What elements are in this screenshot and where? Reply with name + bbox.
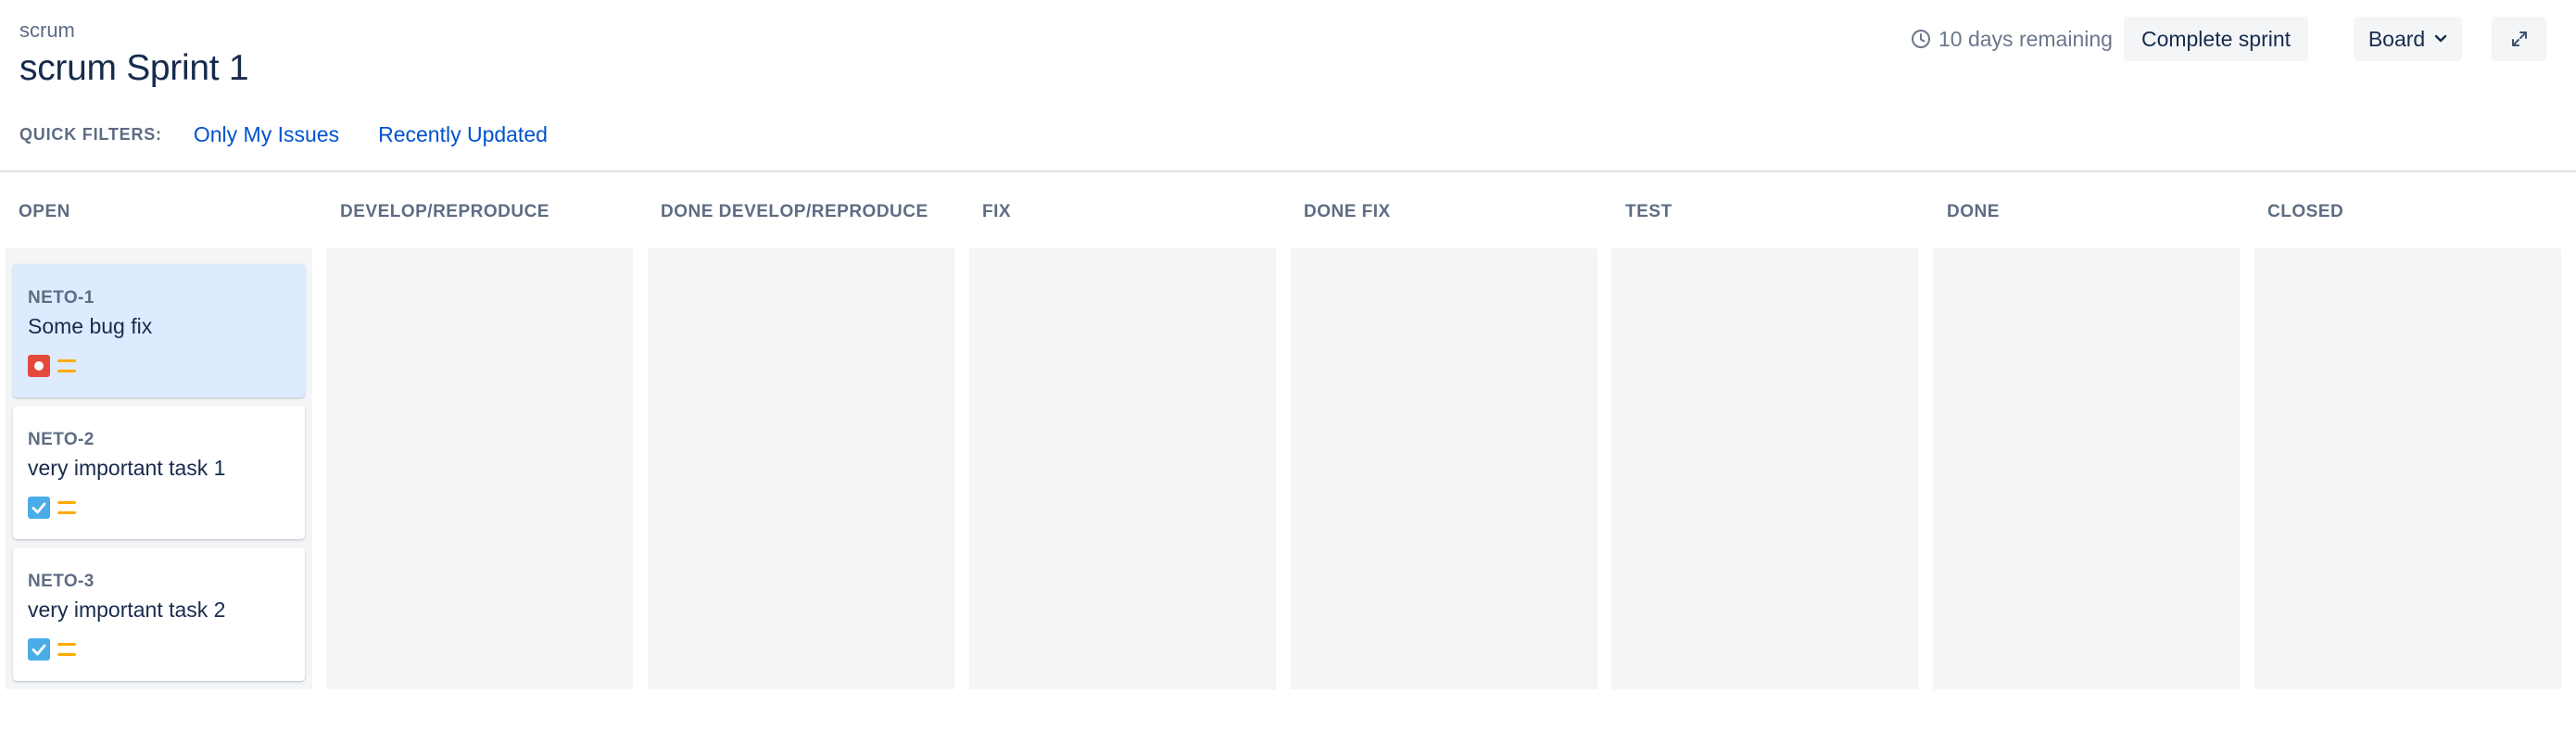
column-header-done-fix: DONE FIX bbox=[1304, 202, 1391, 221]
quick-filters-label: QUICK FILTERS: bbox=[19, 124, 162, 144]
priority-medium-icon bbox=[57, 359, 76, 372]
complete-sprint-label: Complete sprint bbox=[2140, 26, 2292, 51]
complete-sprint-button[interactable]: Complete sprint bbox=[2124, 17, 2308, 61]
board-header: scrum scrum Sprint 1 QUICK FILTERS: Only… bbox=[0, 0, 2576, 172]
filter-recently-updated[interactable]: Recently Updated bbox=[378, 122, 548, 147]
fullscreen-button[interactable] bbox=[2492, 17, 2546, 61]
issue-card[interactable]: NETO-1 Some bug fix bbox=[13, 264, 305, 397]
issue-key[interactable]: NETO-1 bbox=[28, 288, 95, 308]
column-fix[interactable] bbox=[969, 248, 1276, 689]
column-done-develop-reproduce[interactable] bbox=[648, 248, 954, 689]
column-header-done: DONE bbox=[1947, 202, 2000, 221]
issue-summary: Some bug fix bbox=[28, 314, 153, 338]
column-headers: OPEN DEVELOP/REPRODUCE DONE DEVELOP/REPR… bbox=[0, 202, 2576, 230]
issue-meta bbox=[28, 355, 76, 377]
column-header-fix: FIX bbox=[982, 202, 1012, 221]
quick-filters: QUICK FILTERS: Only My Issues Recently U… bbox=[19, 119, 587, 150]
filter-only-my-issues[interactable]: Only My Issues bbox=[194, 122, 339, 147]
column-header-test: TEST bbox=[1625, 202, 1673, 221]
task-icon bbox=[28, 497, 50, 519]
expand-icon bbox=[2511, 31, 2527, 46]
column-done-fix[interactable] bbox=[1291, 248, 1597, 689]
column-closed[interactable] bbox=[2254, 248, 2561, 689]
issue-key[interactable]: NETO-2 bbox=[28, 430, 95, 450]
column-header-open: OPEN bbox=[19, 202, 70, 221]
issue-card[interactable]: NETO-3 very important task 2 bbox=[13, 548, 305, 681]
column-test[interactable] bbox=[1611, 248, 1918, 689]
sprint-remaining: 10 days remaining bbox=[1911, 17, 2113, 61]
issue-card[interactable]: NETO-2 very important task 1 bbox=[13, 406, 305, 539]
issue-key[interactable]: NETO-3 bbox=[28, 572, 95, 592]
task-icon bbox=[28, 638, 50, 661]
column-done[interactable] bbox=[1933, 248, 2240, 689]
column-develop-reproduce[interactable] bbox=[326, 248, 633, 689]
remaining-text: 10 days remaining bbox=[1938, 26, 2113, 51]
issue-summary: very important task 2 bbox=[28, 598, 226, 622]
issue-meta bbox=[28, 497, 76, 519]
board-dropdown-button[interactable]: Board bbox=[2354, 17, 2462, 61]
board-label: Board bbox=[2368, 26, 2426, 51]
priority-medium-icon bbox=[57, 643, 76, 656]
issue-meta bbox=[28, 638, 76, 661]
clock-icon bbox=[1912, 30, 1930, 48]
bug-icon bbox=[28, 355, 50, 377]
sprint-toolbar: 10 days remaining Complete sprint Board bbox=[0, 17, 2576, 61]
priority-medium-icon bbox=[57, 501, 76, 514]
column-header-done-develop-reproduce: DONE DEVELOP/REPRODUCE bbox=[661, 202, 928, 221]
column-header-closed: CLOSED bbox=[2267, 202, 2344, 221]
column-header-develop-reproduce: DEVELOP/REPRODUCE bbox=[340, 202, 549, 221]
chevron-down-icon bbox=[2434, 34, 2447, 43]
issue-summary: very important task 1 bbox=[28, 456, 226, 480]
